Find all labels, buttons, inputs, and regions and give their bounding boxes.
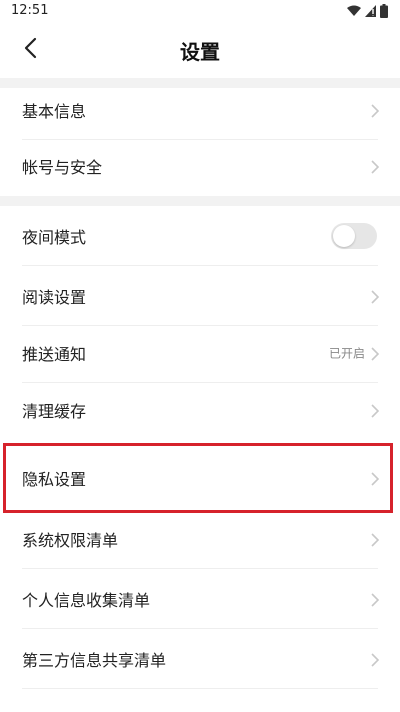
settings-item-account-security[interactable]: 帐号与安全: [0, 136, 400, 196]
settings-item-personal-info-list[interactable]: 个人信息收集清单: [0, 569, 400, 629]
settings-item-label: 隐私设置: [22, 470, 87, 489]
chevron-right-icon: [370, 103, 380, 118]
wifi-icon: [347, 5, 361, 17]
battery-icon: [380, 4, 388, 18]
chevron-right-icon: [370, 346, 380, 361]
chevron-right-icon: [370, 532, 380, 547]
title-bar: 设置: [0, 24, 400, 76]
status-bar: 12:51: [0, 0, 400, 24]
settings-item-privacy[interactable]: 隐私设置: [0, 448, 400, 508]
settings-item-label: 阅读设置: [22, 288, 87, 307]
status-icons: [347, 4, 388, 18]
toggle-knob: [333, 225, 355, 247]
section-divider: [0, 196, 400, 206]
night-mode-toggle[interactable]: [331, 223, 377, 249]
settings-item-label: 第三方信息共享清单: [22, 651, 167, 670]
settings-item-label: 个人信息收集清单: [22, 591, 151, 610]
settings-item-label: 清理缓存: [22, 402, 87, 421]
chevron-right-icon: [370, 471, 380, 486]
settings-item-label: 夜间模式: [22, 228, 87, 247]
settings-item-label: 系统权限清单: [22, 531, 119, 550]
settings-item-system-permissions[interactable]: 系统权限清单: [0, 509, 400, 569]
page-title: 设置: [180, 40, 220, 64]
settings-item-clear-cache[interactable]: 清理缓存: [0, 380, 400, 440]
settings-item-basic-info[interactable]: 基本信息: [0, 80, 400, 140]
settings-item-third-party-sharing[interactable]: 第三方信息共享清单: [0, 629, 400, 689]
push-status-value: 已开启: [328, 346, 365, 361]
settings-item-label: 推送通知: [22, 345, 87, 364]
chevron-right-icon: [370, 289, 380, 304]
chevron-right-icon: [370, 159, 380, 174]
settings-item-push-notifications[interactable]: 推送通知 已开启: [0, 323, 400, 383]
settings-item-reading[interactable]: 阅读设置: [0, 266, 400, 326]
chevron-right-icon: [370, 403, 380, 418]
signal-icon: [365, 5, 376, 17]
row-divider: [22, 688, 378, 689]
chevron-right-icon: [370, 592, 380, 607]
settings-item-night-mode[interactable]: 夜间模式: [0, 206, 400, 266]
settings-item-label: 帐号与安全: [22, 158, 103, 177]
settings-item-label: 基本信息: [22, 102, 87, 121]
settings-screen: 12:51 设置 基本信息 帐号与安全 夜间模式 阅读设置 推送通知 已开启 清…: [0, 0, 400, 712]
status-time: 12:51: [11, 3, 49, 18]
chevron-right-icon: [370, 652, 380, 667]
